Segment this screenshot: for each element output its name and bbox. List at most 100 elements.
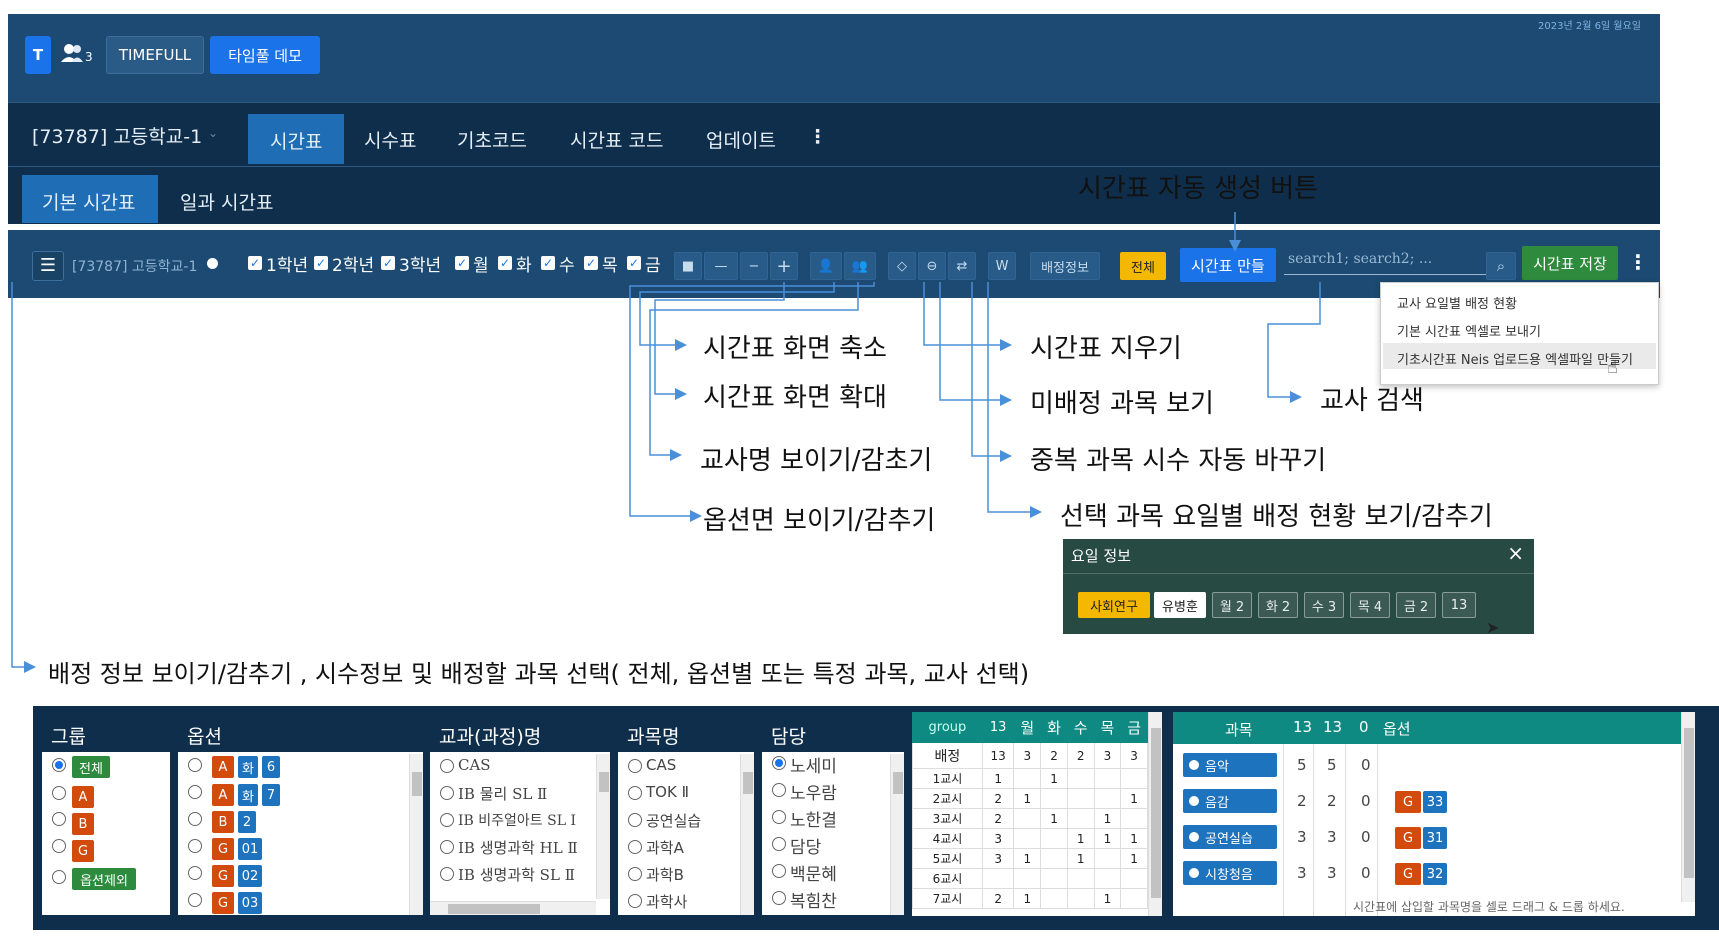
subject-item[interactable]: 과학B — [646, 864, 684, 885]
subject-radio[interactable] — [628, 867, 642, 881]
mon-checkbox[interactable]: ✓ — [455, 256, 469, 270]
teacher-item[interactable]: 백문혜 — [790, 860, 837, 885]
subject-item[interactable]: TOK Ⅱ — [646, 783, 689, 801]
subject-chip[interactable]: 음감 — [1183, 789, 1277, 813]
tab-update[interactable]: 업데이트 — [706, 126, 776, 153]
course-item[interactable]: IB 생명과학 SL Ⅱ — [458, 864, 575, 885]
subjects-scrollbar[interactable] — [1681, 712, 1695, 902]
grade2-checkbox[interactable]: ✓ — [314, 256, 328, 270]
course-radio[interactable] — [440, 786, 454, 800]
dropdown-item-neis-export[interactable]: 기초시간표 Neis 업로드용 엑셀파일 만들기 — [1397, 349, 1633, 368]
option-toggle-icon[interactable]: 👥 — [844, 252, 876, 280]
option-scrollbar[interactable] — [409, 754, 423, 915]
group-radio-b[interactable] — [52, 812, 66, 826]
grade3-checkbox[interactable]: ✓ — [381, 256, 395, 270]
subtab-daily[interactable]: 일과 시간표 — [180, 188, 273, 215]
assign-info-button[interactable]: 배정정보 — [1030, 252, 1100, 280]
search-input[interactable]: search1; search2; ... — [1284, 247, 1486, 275]
course-item[interactable]: IB 비주얼아트 SL Ⅰ — [458, 810, 576, 830]
teacher-radio[interactable] — [772, 810, 786, 824]
teacher-radio[interactable] — [772, 864, 786, 878]
wed-checkbox[interactable]: ✓ — [541, 256, 555, 270]
option-radio[interactable] — [188, 893, 202, 907]
zoom-in-icon[interactable]: + — [770, 252, 798, 280]
subject-item[interactable]: CAS — [646, 756, 676, 774]
course-radio[interactable] — [440, 867, 454, 881]
auto-generate-button[interactable]: 시간표 만들 — [1180, 248, 1276, 282]
course-radio[interactable] — [440, 759, 454, 773]
option-radio[interactable] — [188, 866, 202, 880]
swap-icon[interactable]: ⇄ — [948, 252, 976, 280]
subject-radio[interactable] — [628, 813, 642, 827]
t-logo[interactable]: T — [25, 36, 51, 74]
option-radio[interactable] — [188, 785, 202, 799]
subject-item[interactable]: 공연실습 — [646, 810, 701, 831]
subject-scrollbar[interactable] — [740, 754, 754, 915]
group-radio-a[interactable] — [52, 786, 66, 800]
course-item[interactable]: CAS — [458, 756, 491, 774]
course-item[interactable]: IB 물리 SL Ⅱ — [458, 783, 547, 804]
group-a-badge[interactable]: A — [72, 786, 94, 808]
periods-scrollbar[interactable] — [1148, 712, 1162, 916]
group-radio-exclude[interactable] — [52, 870, 66, 884]
teacher-radio[interactable] — [772, 756, 786, 770]
subject-chip[interactable]: 시창청음 — [1183, 861, 1277, 885]
group-b-badge[interactable]: B — [72, 813, 94, 835]
fri-checkbox[interactable]: ✓ — [627, 256, 641, 270]
subject-radio[interactable] — [628, 786, 642, 800]
more-menu-icon[interactable]: ⋮ — [808, 126, 827, 148]
subject-radio[interactable] — [628, 840, 642, 854]
course-h-scrollbar[interactable] — [430, 901, 596, 915]
subject-radio[interactable] — [628, 759, 642, 773]
teacher-item[interactable]: 노세미 — [790, 752, 837, 777]
minus-circle-icon[interactable]: ⊖ — [918, 252, 946, 280]
group-exclude-badge[interactable]: 옵션제외 — [72, 868, 136, 890]
subject-radio[interactable] — [628, 894, 642, 908]
teacher-radio[interactable] — [772, 837, 786, 851]
teacher-item[interactable]: 노우람 — [790, 779, 837, 804]
w-button[interactable]: W — [988, 252, 1016, 280]
course-radio[interactable] — [440, 840, 454, 854]
tab-timetable-code[interactable]: 시간표 코드 — [570, 126, 663, 153]
teacher-scrollbar[interactable] — [890, 754, 904, 915]
tab-hours[interactable]: 시수표 — [364, 126, 416, 153]
dropdown-item-excel-export[interactable]: 기본 시간표 엑셀로 보내기 — [1397, 321, 1541, 340]
group-g-badge[interactable]: G — [72, 840, 94, 862]
subject-item[interactable]: 과학A — [646, 837, 684, 858]
eraser-icon[interactable]: ◇ — [888, 252, 916, 280]
course-item[interactable]: IB 생명과학 HL Ⅱ — [458, 837, 578, 858]
subject-item[interactable]: 과학사 — [646, 891, 687, 912]
close-icon[interactable]: × — [1507, 541, 1524, 565]
all-button[interactable]: 전체 — [1120, 252, 1166, 280]
search-icon[interactable]: ⌕ — [1486, 252, 1516, 280]
toolbar-more-icon[interactable]: ⋮ — [1628, 250, 1648, 274]
tue-checkbox[interactable]: ✓ — [498, 256, 512, 270]
day-info-teacher[interactable]: 유병훈 — [1154, 592, 1206, 618]
teacher-toggle-icon[interactable]: 👤 — [810, 252, 842, 280]
timefull-button[interactable]: TIMEFULL — [106, 36, 204, 74]
demo-button[interactable]: 타임풀 데모 — [210, 36, 320, 74]
grade1-checkbox[interactable]: ✓ — [248, 256, 262, 270]
teacher-item[interactable]: 담당 — [790, 833, 821, 858]
tab-base-code[interactable]: 기초코드 — [457, 126, 527, 153]
group-radio-all[interactable] — [52, 758, 66, 772]
chevron-down-icon[interactable]: ⌄ — [208, 126, 218, 140]
subject-chip[interactable]: 공연실습 — [1183, 825, 1277, 849]
hamburger-menu-icon[interactable]: ☰ — [32, 251, 64, 281]
teacher-radio[interactable] — [772, 783, 786, 797]
course-scrollbar[interactable] — [596, 754, 610, 899]
teacher-radio[interactable] — [772, 891, 786, 905]
square-icon[interactable]: ■ — [674, 252, 702, 280]
course-radio[interactable] — [440, 813, 454, 827]
zoom-out-icon[interactable]: − — [740, 252, 768, 280]
option-radio[interactable] — [188, 758, 202, 772]
long-dash-icon[interactable]: — — [704, 252, 738, 280]
teacher-item[interactable]: 복힘찬 — [790, 887, 837, 912]
thu-checkbox[interactable]: ✓ — [584, 256, 598, 270]
school-selector[interactable]: [73787] 고등학교-1 — [32, 122, 202, 149]
save-button[interactable]: 시간표 저장 — [1522, 246, 1618, 280]
group-radio-g[interactable] — [52, 839, 66, 853]
subject-chip[interactable]: 음악 — [1183, 753, 1277, 777]
teacher-item[interactable]: 노한결 — [790, 806, 837, 831]
day-info-subject[interactable]: 사회연구 — [1078, 592, 1150, 618]
